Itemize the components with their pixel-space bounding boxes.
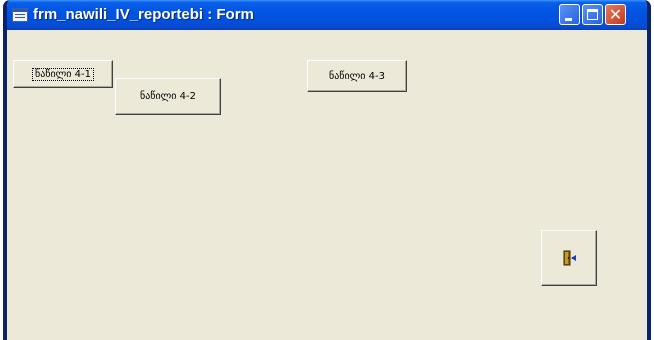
minimize-button[interactable] (559, 4, 580, 25)
report-4-2-button[interactable]: ნაწილი 4-2 (115, 78, 221, 115)
minimize-icon (565, 18, 572, 21)
maximize-icon (587, 9, 598, 20)
title-bar[interactable]: frm_nawili_IV_reportebi : Form ✕ (7, 0, 647, 30)
close-button[interactable]: ✕ (605, 4, 626, 25)
report-4-3-button[interactable]: ნაწილი 4-3 (307, 60, 407, 92)
exit-door-icon (563, 250, 576, 266)
form-body: ნაწილი 4-1 ნაწილი 4-2 ნაწილი 4-3 (7, 30, 647, 340)
window-title: frm_nawili_IV_reportebi : Form (33, 6, 254, 23)
report-4-1-button[interactable]: ნაწილი 4-1 (13, 60, 113, 88)
form-window: frm_nawili_IV_reportebi : Form ✕ ნაწილი … (3, 0, 651, 340)
maximize-button[interactable] (582, 4, 603, 25)
form-icon[interactable] (12, 8, 28, 22)
report-4-1-label: ნაწილი 4-1 (32, 67, 94, 81)
report-4-3-label: ნაწილი 4-3 (329, 70, 385, 82)
close-icon: ✕ (608, 5, 623, 24)
exit-button[interactable] (541, 230, 597, 286)
report-4-2-label: ნაწილი 4-2 (140, 91, 196, 102)
